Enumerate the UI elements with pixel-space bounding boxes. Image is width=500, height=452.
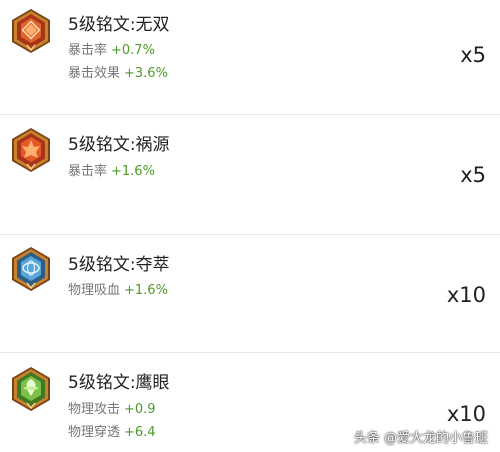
rune-quantity: x10	[446, 283, 486, 307]
watermark: 头条 @爱大龙的小鲁班	[353, 431, 488, 446]
stat-value: +1.6%	[111, 164, 155, 179]
rune-stat: 暴击率 +0.7%	[68, 39, 155, 58]
rune-title: 5级铭文:鹰眼	[68, 373, 170, 393]
rune-blue-icon	[10, 246, 52, 292]
rune-green-icon	[10, 366, 52, 412]
stat-name: 物理攻击	[68, 402, 121, 417]
rune-row[interactable]: 5级铭文:祸源 暴击率 +1.6% x5	[0, 118, 500, 234]
rune-stat: 物理攻击 +0.9	[68, 398, 156, 417]
stat-value: +3.6%	[124, 66, 168, 81]
stat-name: 物理吸血	[68, 283, 121, 298]
rune-quantity: x10	[446, 402, 486, 426]
rune-title: 5级铭文:夺萃	[68, 255, 170, 275]
rune-quantity: x5	[460, 43, 486, 67]
stat-name: 暴击率	[68, 164, 108, 179]
stat-value: +0.9	[124, 402, 156, 417]
rune-quantity: x5	[460, 163, 486, 187]
row-divider	[0, 114, 500, 115]
stat-value: +0.7%	[111, 43, 155, 58]
rune-red-icon	[10, 127, 52, 173]
rune-stat: 物理穿透 +6.4	[68, 421, 156, 440]
rune-row[interactable]: 5级铭文:夺萃 物理吸血 +1.6% x10	[0, 238, 500, 352]
rune-row[interactable]: 5级铭文:无双 暴击率 +0.7% 暴击效果 +3.6% x5	[0, 0, 500, 114]
stat-value: +1.6%	[124, 283, 168, 298]
stat-name: 物理穿透	[68, 425, 121, 440]
row-divider	[0, 352, 500, 353]
rune-stat: 暴击率 +1.6%	[68, 160, 155, 179]
rune-red-icon	[10, 8, 52, 54]
rune-stat: 物理吸血 +1.6%	[68, 279, 168, 298]
stat-value: +6.4	[124, 425, 156, 440]
stat-name: 暴击率	[68, 43, 108, 58]
rune-stat: 暴击效果 +3.6%	[68, 62, 168, 81]
stat-name: 暴击效果	[68, 66, 121, 81]
rune-title: 5级铭文:无双	[68, 15, 170, 35]
rune-list: 5级铭文:无双 暴击率 +0.7% 暴击效果 +3.6% x5 5级铭文:祸源 暴击…	[0, 0, 500, 452]
row-divider	[0, 234, 500, 235]
rune-title: 5级铭文:祸源	[68, 135, 170, 155]
